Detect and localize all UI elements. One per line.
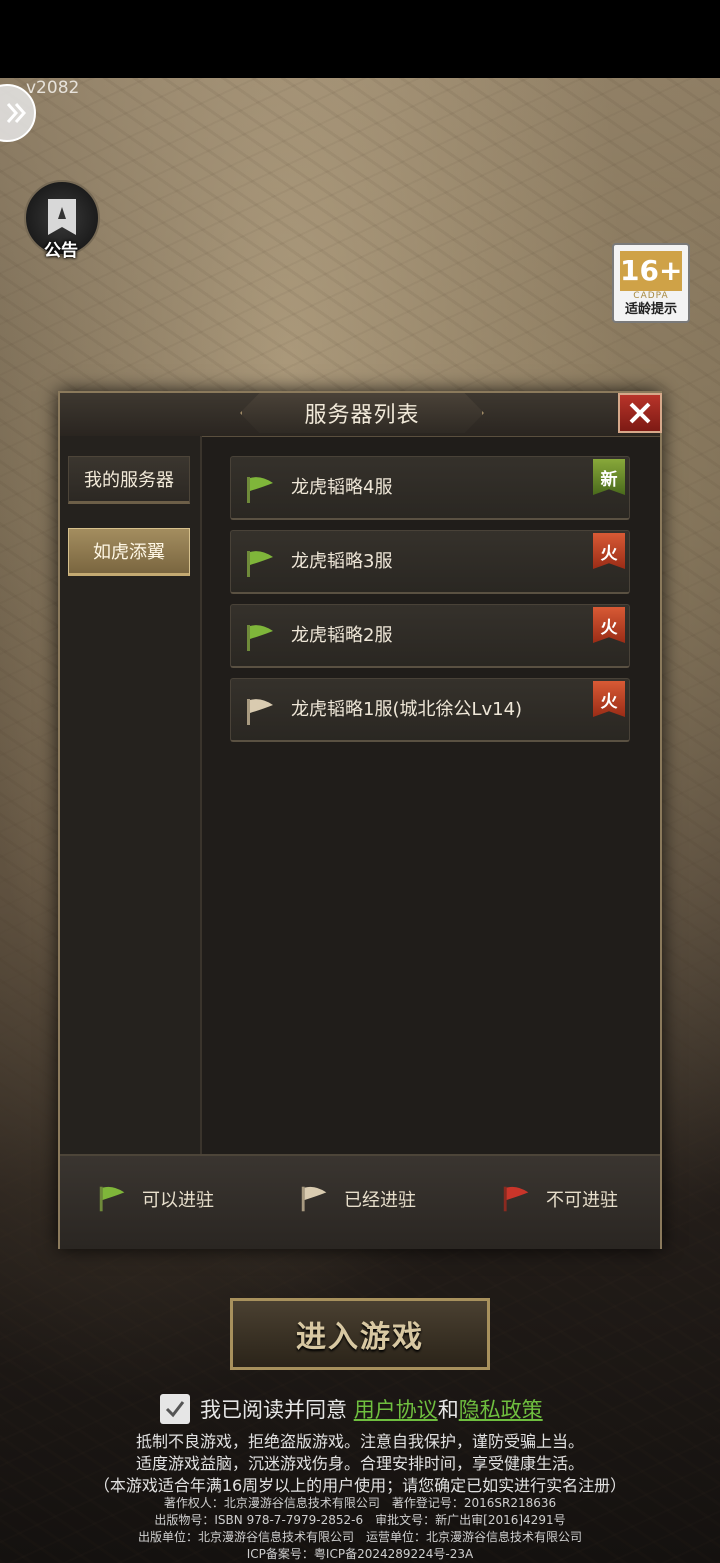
age-rating-tip: 适龄提示 [624, 302, 677, 317]
legend-unavailable: 不可进驻 [500, 1184, 618, 1214]
tab-ruhu-tianyi[interactable]: 如虎添翼 [68, 528, 190, 576]
hot-badge: 火 [593, 681, 625, 717]
notice-line: 适度游戏益脑，沉迷游戏伤身。合理安排时间，享受健康生活。 [135, 1454, 584, 1473]
server-item[interactable]: 龙虎韬略3服 火 [230, 530, 630, 594]
age-rating-number: 16+ [620, 251, 682, 291]
legend-label: 已经进驻 [344, 1190, 416, 1211]
flag-available-icon [247, 625, 273, 651]
legend-label: 可以进驻 [142, 1190, 214, 1211]
flag-available-icon [247, 477, 273, 503]
flag-unavailable-icon [503, 1186, 529, 1212]
flag-legend: 可以进驻 已经进驻 不可进驻 [60, 1154, 660, 1249]
close-button[interactable] [618, 393, 662, 433]
announcement-label: 公告 [44, 241, 78, 261]
icp-line: ICP备案号：粤ICP备2024289224号-23A [246, 1547, 474, 1561]
user-agreement-link[interactable]: 用户协议 [354, 1398, 438, 1422]
copyright-line: 著作权人：北京漫游谷信息技术有限公司 著作登记号：2016SR218636 [163, 1496, 557, 1510]
server-item[interactable]: 龙虎韬略2服 火 [230, 604, 630, 668]
banner-icon [48, 199, 76, 235]
notice-line: （本游戏适合年满16周岁以上的用户使用；请您确定已如实进行实名注册） [93, 1476, 627, 1495]
server-list: 龙虎韬略4服 新 龙虎韬略3服 火 龙虎韬略2服 火 龙虎韬略1服(城北徐公Lv… [230, 456, 632, 752]
flag-available-icon [99, 1186, 125, 1212]
server-name: 龙虎韬略2服 [291, 625, 393, 646]
server-item[interactable]: 龙虎韬略4服 新 [230, 456, 630, 520]
flag-joined-icon [247, 699, 273, 725]
version-label: v2082 [26, 78, 80, 98]
enter-game-button[interactable]: 进入游戏 [230, 1298, 490, 1370]
flag-available-icon [247, 551, 273, 577]
privacy-policy-link[interactable]: 隐私政策 [459, 1398, 543, 1422]
check-icon [165, 1401, 185, 1418]
server-item[interactable]: 龙虎韬略1服(城北徐公Lv14) 火 [230, 678, 630, 742]
copyright-line: 出版物号：ISBN 978-7-7979-2852-6 审批文号：新广出审[20… [154, 1513, 566, 1527]
close-icon [629, 402, 651, 424]
agreement-prefix: 我已阅读并同意 [200, 1398, 347, 1422]
new-badge: 新 [593, 459, 625, 495]
legend-joined: 已经进驻 [298, 1184, 416, 1214]
legend-label: 不可进驻 [546, 1190, 618, 1211]
status-bar [0, 0, 720, 78]
server-name: 龙虎韬略1服(城北徐公Lv14) [291, 699, 523, 720]
panel-title: 服务器列表 [304, 403, 420, 428]
enter-game-label: 进入游戏 [296, 1320, 424, 1355]
panel-header: 服务器列表 [60, 393, 662, 437]
age-rating-org: CADPA [633, 291, 669, 301]
copyright-line: 出版单位：北京漫游谷信息技术有限公司 运营单位：北京漫游谷信息技术有限公司 [137, 1530, 582, 1544]
server-name: 龙虎韬略3服 [291, 551, 393, 572]
double-chevron-right-icon [6, 103, 27, 123]
flag-joined-icon [301, 1186, 327, 1212]
agreement-row: 我已阅读并同意 用户协议和隐私政策 [160, 1394, 543, 1424]
notice-line: 抵制不良游戏，拒绝盗版游戏。注意自我保护，谨防受骗上当。 [135, 1432, 584, 1451]
tab-my-servers[interactable]: 我的服务器 [68, 456, 190, 504]
server-list-panel: 服务器列表 我的服务器 如虎添翼 龙虎韬略4服 新 龙虎韬略3服 火 龙虎韬略2… [58, 391, 662, 1249]
panel-title-plate: 服务器列表 [240, 393, 484, 433]
agree-checkbox[interactable] [160, 1394, 190, 1424]
server-name: 龙虎韬略4服 [291, 477, 393, 498]
hot-badge: 火 [593, 533, 625, 569]
hot-badge: 火 [593, 607, 625, 643]
legend-available: 可以进驻 [96, 1184, 214, 1214]
agreement-and: 和 [437, 1398, 459, 1422]
age-rating-badge[interactable]: 16+ CADPA 适龄提示 [612, 243, 690, 323]
server-category-sidebar: 我的服务器 如虎添翼 [60, 436, 202, 1154]
